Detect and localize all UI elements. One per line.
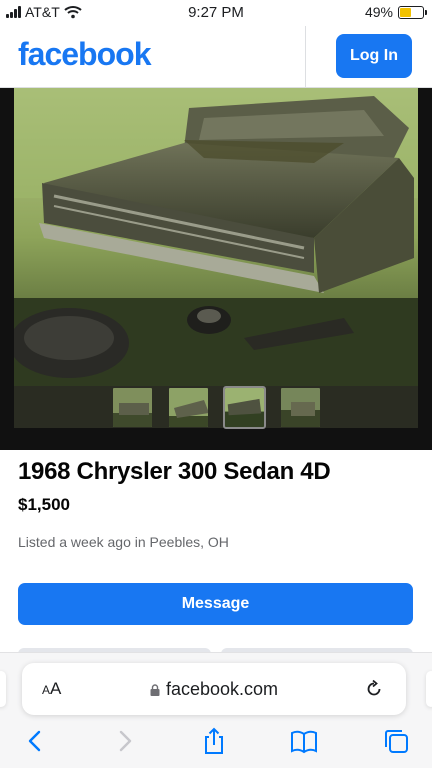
reload-icon[interactable] <box>364 679 384 699</box>
navigation-toolbar <box>0 727 432 759</box>
photo-thumbnail-active[interactable] <box>222 386 266 429</box>
thumbnail-strip <box>0 386 432 429</box>
browser-toolbar: AA facebook.com <box>0 652 432 768</box>
bookmarks-icon[interactable] <box>290 727 318 755</box>
facebook-header: facebook Log In <box>0 26 432 88</box>
photo-thumbnail[interactable] <box>111 386 154 429</box>
url-text: facebook.com <box>165 679 279 699</box>
login-button[interactable]: Log In <box>336 34 412 78</box>
listing-price: $1,500 <box>18 495 70 514</box>
main-photo[interactable] <box>14 88 418 386</box>
next-tab-peek[interactable] <box>426 671 432 707</box>
tabs-icon[interactable] <box>382 727 410 755</box>
photo-thumbnail[interactable] <box>167 386 210 429</box>
photo-thumbnail[interactable] <box>279 386 322 429</box>
facebook-logo[interactable]: facebook <box>18 36 151 73</box>
listing-details: 1968 Chrysler 300 Sedan 4D $1,500 Listed… <box>0 450 432 656</box>
address-bar[interactable]: AA facebook.com <box>22 663 406 715</box>
battery-fill <box>400 7 411 17</box>
battery-icon <box>398 5 427 19</box>
listing-title: 1968 Chrysler 300 Sedan 4D <box>18 458 331 485</box>
share-icon[interactable] <box>200 727 228 755</box>
back-icon[interactable] <box>22 727 50 755</box>
url-display[interactable]: facebook.com <box>22 679 406 700</box>
forward-icon[interactable] <box>110 727 138 755</box>
status-bar: AT&T 9:27 PM 49% <box>0 0 432 26</box>
previous-tab-peek[interactable] <box>0 671 6 707</box>
battery-percent: 49% <box>364 4 393 20</box>
status-right: 49% <box>364 4 427 20</box>
message-button[interactable]: Message <box>18 583 413 625</box>
listing-meta: Listed a week ago in Peebles, OH <box>18 534 229 550</box>
lock-icon <box>150 684 160 696</box>
header-divider <box>305 26 306 88</box>
